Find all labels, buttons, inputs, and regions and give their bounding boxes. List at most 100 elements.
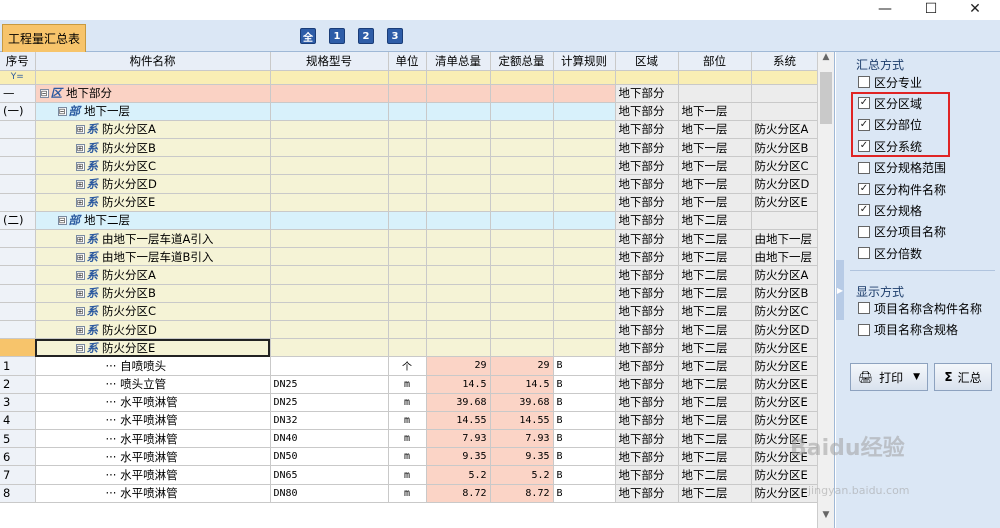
row-number[interactable]: 1: [0, 356, 36, 376]
region-cell[interactable]: 地下部分: [615, 193, 679, 212]
option-row[interactable]: 区分规格范围: [858, 159, 946, 177]
rule-cell[interactable]: B: [553, 375, 616, 394]
row-number[interactable]: [0, 174, 36, 194]
region-cell[interactable]: 地下部分: [615, 375, 679, 394]
list-quantity-cell[interactable]: [426, 120, 491, 140]
level-2-button[interactable]: 2: [358, 28, 374, 44]
rule-cell[interactable]: [553, 320, 616, 340]
expand-icon[interactable]: ⊞: [75, 143, 85, 153]
system-cell[interactable]: 防火分区E: [751, 375, 819, 394]
spec-cell[interactable]: [270, 211, 389, 231]
region-cell[interactable]: 地下部分: [615, 265, 679, 285]
quota-quantity-cell[interactable]: [490, 320, 554, 340]
list-quantity-cell[interactable]: 8.72: [426, 484, 491, 503]
list-quantity-cell[interactable]: 14.5: [426, 375, 491, 394]
part-cell[interactable]: 地下二层: [678, 411, 752, 431]
system-cell[interactable]: [751, 102, 819, 121]
row-number[interactable]: [0, 138, 36, 158]
column-header[interactable]: 计算规则: [553, 52, 616, 71]
part-cell[interactable]: 地下二层: [678, 393, 752, 412]
region-cell[interactable]: 地下部分: [615, 447, 679, 467]
region-cell[interactable]: 地下部分: [615, 302, 679, 321]
spec-cell[interactable]: [270, 102, 389, 121]
rule-cell[interactable]: B: [553, 411, 616, 431]
row-number[interactable]: 2: [0, 375, 36, 394]
part-cell[interactable]: 地下一层: [678, 138, 752, 158]
rule-cell[interactable]: [553, 284, 616, 303]
unit-cell[interactable]: 个: [388, 356, 427, 376]
system-cell[interactable]: 由地下一层: [751, 247, 819, 267]
chevron-down-icon[interactable]: ▼: [913, 372, 920, 382]
part-cell[interactable]: 地下二层: [678, 284, 752, 303]
part-cell[interactable]: 地下二层: [678, 429, 752, 449]
spec-cell[interactable]: [270, 356, 389, 376]
part-cell[interactable]: 地下二层: [678, 229, 752, 249]
list-quantity-cell[interactable]: [426, 102, 491, 121]
unit-cell[interactable]: [388, 229, 427, 249]
list-quantity-cell[interactable]: [426, 265, 491, 285]
rule-cell[interactable]: [553, 138, 616, 158]
rule-cell[interactable]: B: [553, 465, 616, 485]
list-quantity-cell[interactable]: [426, 138, 491, 158]
quota-quantity-cell[interactable]: 14.5: [490, 375, 554, 394]
table-row[interactable]: 7 ··· 水平喷淋管 DN65 m 5.2 5.2 B 地下部分 地下二层 防火分区E: [0, 465, 819, 485]
table-row[interactable]: 5 ··· 水平喷淋管 DN40 m 7.93 7.93 B 地下部分 地下二层 防火分区E: [0, 429, 819, 449]
scroll-down-icon[interactable]: ▼: [818, 510, 834, 526]
row-number[interactable]: [0, 302, 36, 321]
option-checkbox[interactable]: [858, 76, 870, 88]
system-cell[interactable]: 防火分区E: [751, 193, 819, 212]
collapse-icon[interactable]: ⊟: [57, 216, 67, 226]
quota-quantity-cell[interactable]: [490, 120, 554, 140]
row-number[interactable]: 4: [0, 411, 36, 431]
column-header[interactable]: 构件名称: [35, 52, 271, 71]
option-checkbox[interactable]: [858, 302, 870, 314]
part-cell[interactable]: 地下一层: [678, 193, 752, 212]
table-row[interactable]: (一) ⊟ 部地下一层 地下部分 地下一层: [0, 102, 819, 121]
rule-cell[interactable]: [553, 211, 616, 231]
spec-cell[interactable]: [270, 84, 389, 103]
quota-quantity-cell[interactable]: [490, 211, 554, 231]
expand-icon[interactable]: ⊞: [75, 252, 85, 262]
expand-icon[interactable]: ⊞: [75, 325, 85, 335]
component-name-cell[interactable]: ⊞ 系防火分区E: [35, 193, 271, 212]
table-row[interactable]: 1 ··· 自喷喷头个 29 29 B 地下部分 地下二层 防火分区E: [0, 356, 819, 376]
expand-icon[interactable]: ⊞: [75, 289, 85, 299]
summary-button[interactable]: Σ 汇总: [934, 363, 992, 391]
option-row[interactable]: 项目名称含构件名称: [858, 299, 982, 317]
rule-cell[interactable]: [553, 174, 616, 194]
filter-cell[interactable]: Y=: [0, 70, 36, 85]
expand-icon[interactable]: ⊞: [75, 161, 85, 171]
option-row[interactable]: 区分专业: [858, 73, 922, 91]
component-name-cell[interactable]: ⊟ 部地下一层: [35, 102, 271, 121]
component-name-cell[interactable]: ··· 水平喷淋管: [35, 465, 271, 485]
part-cell[interactable]: 地下二层: [678, 465, 752, 485]
spec-cell[interactable]: [270, 265, 389, 285]
part-cell[interactable]: 地下二层: [678, 338, 752, 358]
region-cell[interactable]: 地下部分: [615, 465, 679, 485]
system-cell[interactable]: 防火分区E: [751, 465, 819, 485]
rule-cell[interactable]: [553, 265, 616, 285]
part-cell[interactable]: 地下一层: [678, 156, 752, 176]
component-name-cell[interactable]: ⊞ 系防火分区D: [35, 320, 271, 340]
part-cell[interactable]: 地下二层: [678, 265, 752, 285]
unit-cell[interactable]: m: [388, 375, 427, 394]
list-quantity-cell[interactable]: [426, 84, 491, 103]
system-cell[interactable]: 防火分区D: [751, 320, 819, 340]
system-cell[interactable]: 防火分区D: [751, 174, 819, 194]
spec-cell[interactable]: DN25: [270, 393, 389, 412]
option-checkbox[interactable]: ✓: [858, 204, 870, 217]
spec-cell[interactable]: [270, 156, 389, 176]
unit-cell[interactable]: [388, 247, 427, 267]
unit-cell[interactable]: [388, 284, 427, 303]
spec-cell[interactable]: [270, 320, 389, 340]
unit-cell[interactable]: [388, 174, 427, 194]
quota-quantity-cell[interactable]: [490, 102, 554, 121]
list-quantity-cell[interactable]: [426, 302, 491, 321]
column-header[interactable]: 序号: [0, 52, 36, 71]
system-cell[interactable]: 防火分区B: [751, 138, 819, 158]
table-row[interactable]: ⊟ 系防火分区E 地下部分 地下二层 防火分区E: [0, 338, 819, 358]
expand-icon[interactable]: ⊞: [75, 270, 85, 280]
list-quantity-cell[interactable]: [426, 247, 491, 267]
rule-cell[interactable]: [553, 302, 616, 321]
unit-cell[interactable]: m: [388, 465, 427, 485]
